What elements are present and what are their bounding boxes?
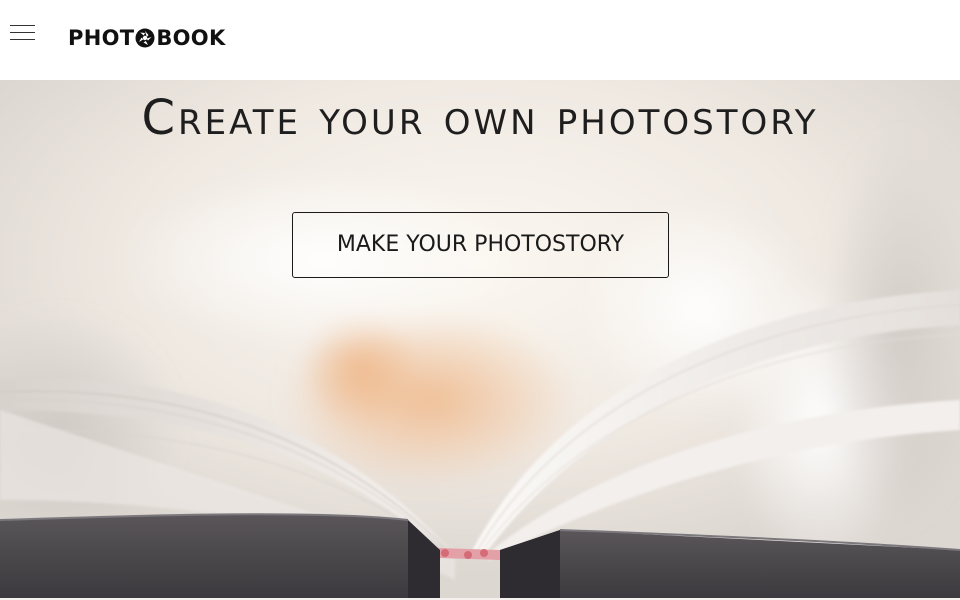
site-header: PHOT BOOK — [0, 0, 960, 80]
logo-text-start: PHOT — [68, 26, 135, 50]
page: PHOT BOOK Create your own photostory MAK… — [0, 0, 960, 600]
photobook-logo[interactable]: PHOT BOOK — [68, 24, 226, 52]
hero-section: Create your own photostory MAKE YOUR PHO… — [0, 80, 960, 600]
hero-title: Create your own photostory — [141, 90, 819, 146]
hamburger-menu-icon[interactable] — [8, 22, 38, 44]
hero-background-photo — [0, 80, 960, 600]
logo-text-end: BOOK — [156, 26, 226, 50]
make-photostory-button[interactable]: MAKE YOUR PHOTOSTORY — [292, 212, 669, 278]
camera-shutter-icon — [135, 28, 155, 48]
